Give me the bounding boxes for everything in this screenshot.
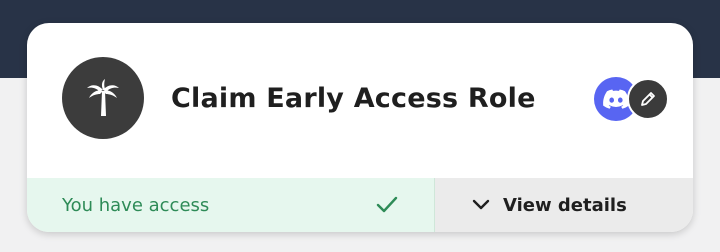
access-status-label: You have access [62, 194, 210, 216]
checkmark-icon [376, 196, 398, 214]
card-footer: You have access View details [27, 178, 693, 232]
card-title: Claim Early Access Role [171, 83, 536, 114]
edit-button[interactable] [627, 78, 669, 120]
view-details-label: View details [503, 194, 627, 216]
palm-tree-icon [85, 79, 121, 117]
view-details-button[interactable]: View details [435, 178, 693, 232]
role-icon-circle [62, 57, 144, 139]
badge-group [594, 77, 670, 121]
discord-icon [603, 89, 629, 109]
access-status: You have access [27, 178, 435, 232]
chevron-down-icon [471, 198, 491, 212]
claim-role-card: Claim Early Access Role You have access [27, 23, 693, 232]
pencil-icon [639, 90, 657, 108]
